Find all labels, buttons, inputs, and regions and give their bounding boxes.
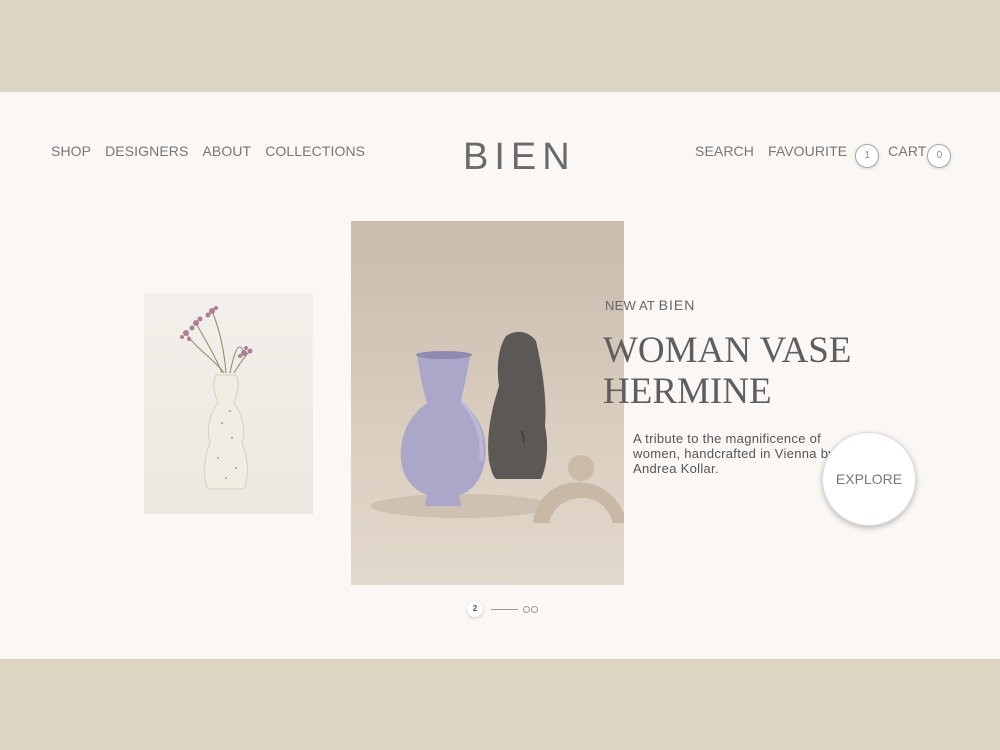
favourite-count-badge: 1 bbox=[855, 144, 880, 168]
eyebrow-brand: BIEN bbox=[658, 297, 696, 313]
favourite-link[interactable]: FAVOURITE 1 bbox=[767, 143, 880, 168]
logo[interactable]: BIEN bbox=[463, 136, 576, 179]
eyebrow-prefix: NEW AT bbox=[605, 298, 655, 313]
main-nav: SHOP DESIGNERS ABOUT COLLECTIONS bbox=[51, 143, 365, 159]
search-link[interactable]: SEARCH bbox=[695, 143, 754, 159]
vases-still-life-illustration bbox=[371, 331, 624, 523]
explore-button[interactable]: EXPLORE bbox=[822, 432, 916, 526]
pager-dot[interactable] bbox=[523, 605, 530, 613]
woman-vase-flowers-illustration bbox=[180, 306, 253, 490]
pager-dot[interactable] bbox=[531, 605, 538, 613]
product-image-secondary[interactable] bbox=[144, 293, 313, 514]
hero-headline: WOMAN VASE HERMINE bbox=[603, 330, 852, 412]
utility-nav: SEARCH FAVOURITE 1 CART 0 bbox=[695, 143, 952, 168]
nav-shop[interactable]: SHOP bbox=[51, 143, 91, 159]
slider-pagination: 2 bbox=[467, 601, 539, 617]
favourite-label: FAVOURITE bbox=[767, 143, 848, 159]
cart-label: CART bbox=[888, 143, 927, 159]
pager-progress-line bbox=[491, 608, 518, 610]
cart-link[interactable]: CART 0 bbox=[888, 143, 952, 168]
pager-current[interactable]: 2 bbox=[467, 601, 483, 617]
nav-collections[interactable]: COLLECTIONS bbox=[265, 143, 365, 159]
product-image-main[interactable] bbox=[351, 221, 624, 585]
hero-eyebrow: NEW AT BIEN bbox=[605, 297, 695, 313]
nav-designers[interactable]: DESIGNERS bbox=[105, 143, 188, 159]
cart-count-badge: 0 bbox=[927, 144, 952, 168]
page: SHOP DESIGNERS ABOUT COLLECTIONS BIEN SE… bbox=[0, 92, 1000, 659]
nav-about[interactable]: ABOUT bbox=[202, 143, 251, 159]
